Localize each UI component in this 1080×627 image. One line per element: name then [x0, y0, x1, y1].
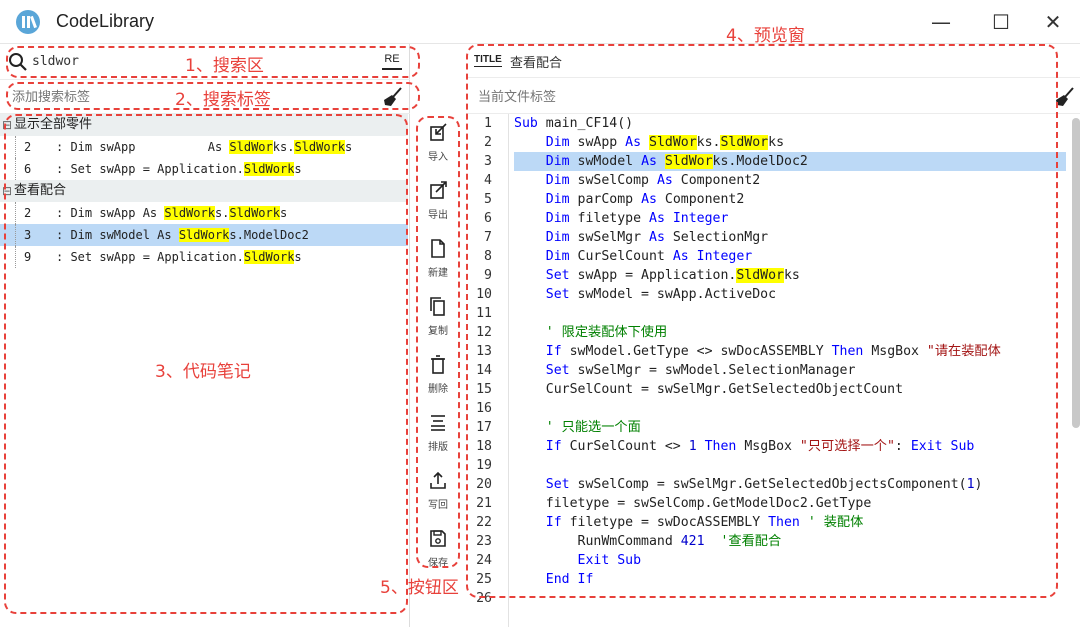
annotation-preview-window-label: 4、预览窗 — [726, 26, 805, 46]
annotation-preview-window — [466, 44, 1058, 598]
title-bar: CodeLibrary — ☐ ✕ — [0, 0, 1080, 44]
editor-scrollbar[interactable] — [1072, 118, 1080, 428]
annotation-button-area-label: 5、按钮区 — [380, 578, 459, 598]
app-logo-icon — [16, 10, 40, 34]
close-button[interactable]: ✕ — [1030, 6, 1076, 38]
annotation-code-notes-label: 3、代码笔记 — [155, 362, 251, 382]
app-title: CodeLibrary — [56, 11, 155, 31]
maximize-button[interactable]: ☐ — [978, 6, 1024, 38]
annotation-button-area — [416, 116, 460, 568]
annotation-search-area-label: 1、搜索区 — [185, 56, 264, 76]
minimize-button[interactable]: — — [918, 6, 964, 38]
annotation-search-tags-label: 2、搜索标签 — [175, 90, 271, 110]
